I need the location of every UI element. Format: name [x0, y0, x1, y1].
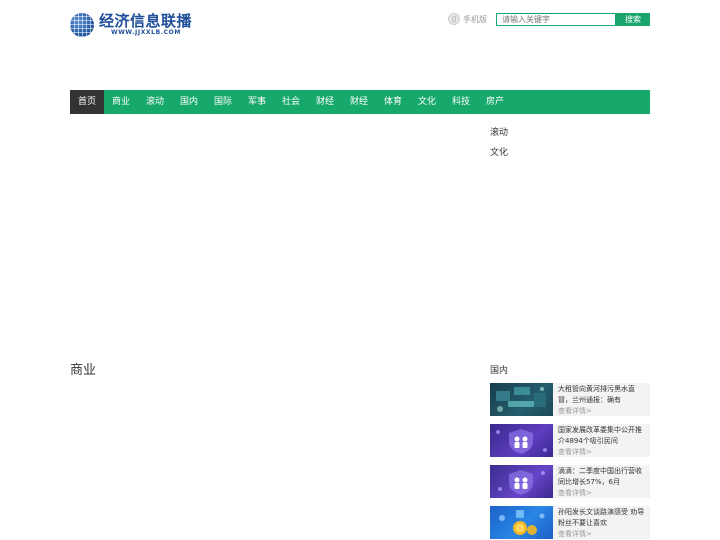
logo-text: 经济信息联播 WWW.JJXXLB.COM [99, 13, 192, 37]
news-title[interactable]: 国家发展改革委集中公开推介4894个吸引民间 [558, 425, 648, 447]
mobile-version-label: 手机版 [463, 14, 487, 24]
news-thumbnail[interactable] [490, 383, 553, 416]
news-more-link[interactable]: 查看详情> [558, 447, 648, 457]
news-item[interactable]: 大租管向黄河排污黑水直冒，兰州通报：确有 查看详情> [490, 383, 650, 416]
nav-item-sports[interactable]: 体育 [376, 90, 410, 114]
nav-item-international[interactable]: 国际 [206, 90, 240, 114]
site-logo[interactable]: 经济信息联播 WWW.JJXXLB.COM [70, 12, 192, 38]
nav-item-culture[interactable]: 文化 [410, 90, 444, 114]
nav-item-society[interactable]: 社会 [274, 90, 308, 114]
search-button[interactable]: 搜索 [616, 13, 650, 26]
news-title[interactable]: 滴滴：二季度中国出行营收同比增长57%，6月 [558, 466, 648, 488]
nav-item-realestate[interactable]: 房产 [478, 90, 512, 114]
news-more-link[interactable]: 查看详情> [558, 529, 648, 539]
news-item[interactable]: 滴滴：二季度中国出行营收同比增长57%，6月 查看详情> [490, 465, 650, 498]
news-more-link[interactable]: 查看详情> [558, 488, 648, 498]
news-item[interactable]: 国家发展改革委集中公开推介4894个吸引民间 查看详情> [490, 424, 650, 457]
main-nav: 首页 商业 滚动 国内 国际 军事 社会 财经 财经 体育 文化 科技 房产 [70, 90, 650, 114]
nav-item-domestic[interactable]: 国内 [172, 90, 206, 114]
news-thumbnail-image [498, 470, 545, 495]
news-thumbnail-image [496, 387, 546, 412]
side-link-scroll[interactable]: 滚动 [490, 125, 508, 138]
news-thumbnail[interactable] [490, 506, 553, 539]
nav-item-finance[interactable]: 财经 [308, 90, 342, 114]
news-thumbnail[interactable] [490, 424, 553, 457]
globe-logo-icon [70, 13, 94, 37]
nav-item-military[interactable]: 军事 [240, 90, 274, 114]
news-thumbnail-image [499, 510, 545, 535]
news-thumbnail-image [496, 429, 547, 454]
phone-icon: ▯ [448, 13, 460, 25]
logo-url: WWW.JJXXLB.COM [111, 29, 181, 36]
side-link-culture[interactable]: 文化 [490, 145, 508, 158]
mobile-version-link[interactable]: ▯ 手机版 [448, 13, 487, 25]
nav-item-finance-2[interactable]: 财经 [342, 90, 376, 114]
nav-item-home[interactable]: 首页 [70, 90, 104, 114]
nav-item-scroll[interactable]: 滚动 [138, 90, 172, 114]
search-input[interactable] [496, 13, 616, 26]
news-title[interactable]: 孙阳发长文谈路演感受 劝导粉丝不要让喜欢 [558, 507, 648, 529]
news-thumbnail[interactable] [490, 465, 553, 498]
section-title-business: 商业 [70, 363, 97, 378]
nav-item-tech[interactable]: 科技 [444, 90, 478, 114]
side-section-title: 国内 [490, 366, 509, 376]
logo-name: 经济信息联播 [99, 12, 193, 30]
news-item[interactable]: 孙阳发长文谈路演感受 劝导粉丝不要让喜欢 查看详情> [490, 506, 650, 539]
nav-item-business[interactable]: 商业 [104, 90, 138, 114]
news-title[interactable]: 大租管向黄河排污黑水直冒，兰州通报：确有 [558, 384, 648, 406]
news-more-link[interactable]: 查看详情> [558, 406, 648, 416]
